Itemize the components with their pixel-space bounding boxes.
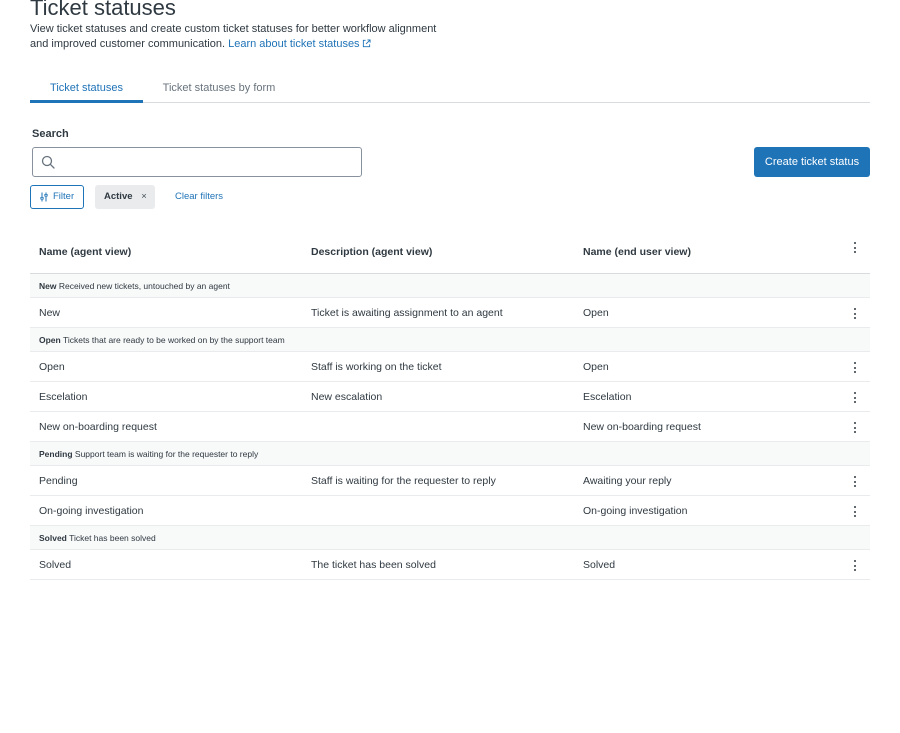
end-user-name-cell: New on-boarding request (583, 421, 701, 433)
description-cell: New escalation (311, 391, 383, 403)
table-row[interactable]: Escelation New escalation Escelation (30, 382, 870, 412)
table-row[interactable]: New Ticket is awaiting assignment to an … (30, 298, 870, 328)
description-cell: Staff is working on the ticket (311, 361, 442, 373)
end-user-name-cell: On-going investigation (583, 505, 688, 517)
agent-name-cell: New (39, 307, 61, 319)
group-description: Ticket has been solved (69, 533, 156, 543)
agent-name-cell: New on-boarding request (39, 421, 157, 433)
search-icon (41, 155, 55, 169)
group-description: Support team is waiting for the requeste… (74, 449, 259, 459)
ticket-status-table: Name (agent view) Description (agent vie… (30, 233, 870, 580)
group-row-pending: Pending Support team is waiting for the … (30, 442, 870, 466)
agent-name-cell: Solved (39, 559, 72, 571)
create-ticket-status-button[interactable]: Create ticket status (754, 147, 870, 177)
end-user-name-cell: Solved (583, 559, 616, 571)
tab-list: Ticket statuses Ticket statuses by form (30, 76, 870, 103)
search-label: Search (32, 128, 69, 140)
filter-button[interactable]: Filter (30, 185, 84, 209)
group-title: Pending (39, 449, 73, 459)
sliders-icon (40, 192, 48, 202)
more-options-icon[interactable] (846, 473, 864, 491)
clear-filters-link[interactable]: Clear filters (175, 185, 223, 209)
filter-button-label: Filter (53, 191, 75, 202)
more-options-icon[interactable] (846, 503, 864, 521)
group-title: Open (39, 335, 61, 345)
search-input[interactable] (61, 152, 351, 172)
group-row-solved: Solved Ticket has been solved (30, 526, 870, 550)
learn-about-link-label: Learn about ticket statuses (228, 38, 360, 50)
intro-text: View ticket statuses and create custom t… (30, 22, 450, 52)
agent-name-cell: Escelation (39, 391, 88, 403)
more-options-icon[interactable] (846, 419, 864, 437)
tab-ticket-statuses-by-form[interactable]: Ticket statuses by form (152, 76, 286, 103)
group-description: Tickets that are ready to be worked on b… (62, 335, 285, 345)
end-user-name-cell: Awaiting your reply (583, 475, 672, 487)
column-header-agent-name: Name (agent view) (39, 246, 132, 258)
column-header-end-user-name: Name (end user view) (583, 246, 691, 258)
table-row[interactable]: Pending Staff is waiting for the request… (30, 466, 870, 496)
column-header-description: Description (agent view) (311, 246, 433, 258)
description-cell: Ticket is awaiting assignment to an agen… (311, 307, 503, 319)
table-row[interactable]: New on-boarding request New on-boarding … (30, 412, 870, 442)
close-icon[interactable]: × (138, 185, 150, 209)
active-filter-chip: Active × (95, 185, 155, 209)
more-options-icon[interactable] (846, 557, 864, 575)
table-row[interactable]: On-going investigation On-going investig… (30, 496, 870, 526)
external-link-icon (362, 39, 371, 48)
table-header: Name (agent view) Description (agent vie… (30, 233, 870, 274)
agent-name-cell: Pending (39, 475, 78, 487)
end-user-name-cell: Open (583, 361, 609, 373)
end-user-name-cell: Open (583, 307, 609, 319)
tab-ticket-statuses[interactable]: Ticket statuses (30, 76, 143, 103)
description-cell: The ticket has been solved (311, 559, 436, 571)
table-row[interactable]: Open Staff is working on the ticket Open (30, 352, 870, 382)
more-options-icon[interactable] (846, 305, 864, 323)
group-title: New (39, 281, 57, 291)
intro-line-2: and improved customer communication. (30, 38, 226, 50)
search-field[interactable] (32, 147, 362, 177)
group-row-new: New Received new tickets, untouched by a… (30, 274, 870, 298)
intro-line-1: View ticket statuses and create custom t… (30, 23, 437, 35)
agent-name-cell: Open (39, 361, 65, 373)
agent-name-cell: On-going investigation (39, 505, 144, 517)
learn-about-link[interactable]: Learn about ticket statuses (228, 38, 371, 50)
header-more-options-icon[interactable] (846, 239, 864, 257)
page-title: Ticket statuses (30, 0, 176, 20)
group-title: Solved (39, 533, 67, 543)
more-options-icon[interactable] (846, 389, 864, 407)
more-options-icon[interactable] (846, 359, 864, 377)
description-cell: Staff is waiting for the requester to re… (311, 475, 496, 487)
table-row[interactable]: Solved The ticket has been solved Solved (30, 550, 870, 580)
active-filter-label: Active (104, 191, 133, 202)
end-user-name-cell: Escelation (583, 391, 632, 403)
group-description: Received new tickets, untouched by an ag… (58, 281, 230, 291)
group-row-open: Open Tickets that are ready to be worked… (30, 328, 870, 352)
